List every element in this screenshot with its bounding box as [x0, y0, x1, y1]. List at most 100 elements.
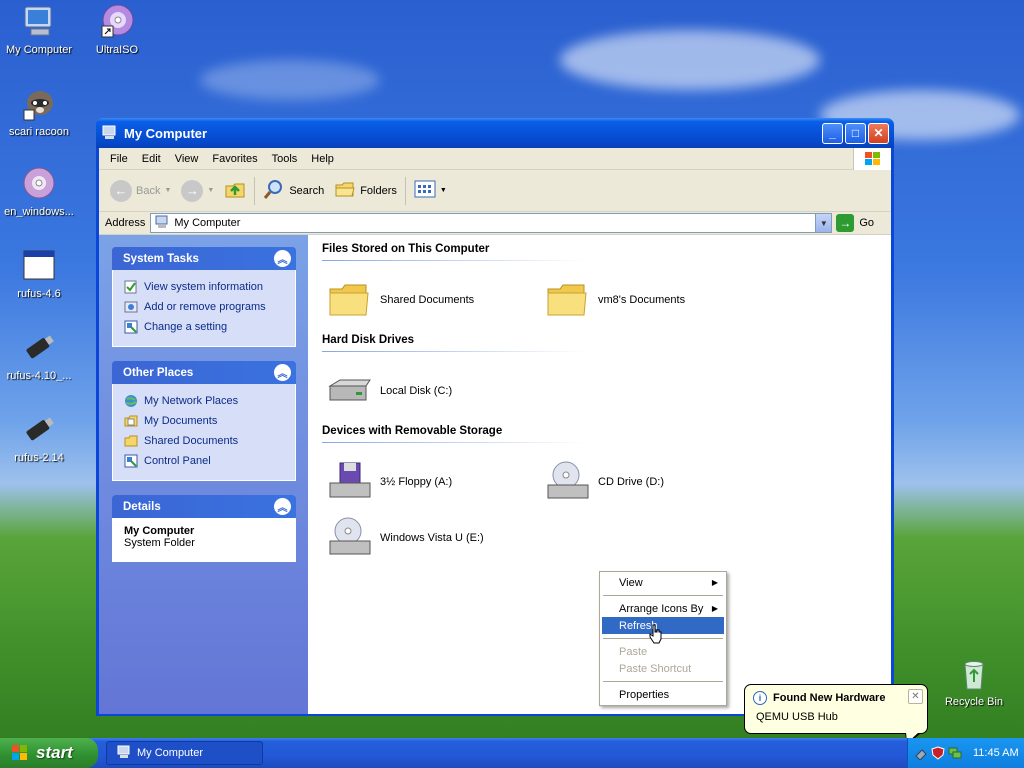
recycle-bin-icon: [956, 656, 992, 692]
context-view[interactable]: View ▶: [602, 574, 724, 591]
desktop-icon-rufus-4-10[interactable]: rufus-4.10_...: [0, 330, 78, 382]
details-header[interactable]: Details ︽: [112, 495, 296, 518]
menu-separator: [603, 638, 723, 639]
my-computer-icon: [21, 4, 57, 40]
balloon-close-button[interactable]: ✕: [908, 689, 923, 704]
item-shared-documents[interactable]: Shared Documents: [326, 272, 544, 328]
details-type: System Folder: [124, 537, 195, 549]
start-button[interactable]: start: [0, 738, 98, 768]
taskbar-button-my-computer[interactable]: My Computer: [106, 741, 263, 765]
desktop-icon-ultraiso[interactable]: UltraISO: [78, 4, 156, 56]
item-floppy-a[interactable]: 3½ Floppy (A:): [326, 454, 544, 510]
desktop-icon-rufus-2-14[interactable]: rufus-2.14: [0, 412, 78, 464]
views-button[interactable]: ▼: [409, 176, 452, 206]
item-cd-drive-d[interactable]: CD Drive (D:): [544, 454, 762, 510]
info-icon: i: [753, 691, 767, 705]
menu-label: Properties: [619, 688, 670, 701]
desktop-icon-label: rufus-2.14: [14, 452, 64, 464]
files-stored-section: Files Stored on This Computer Shared Doc…: [322, 243, 891, 328]
chevron-down-icon[interactable]: ▼: [164, 187, 171, 194]
place-label: Control Panel: [144, 455, 211, 467]
context-paste[interactable]: Paste: [602, 643, 724, 660]
place-label: Shared Documents: [144, 435, 239, 447]
item-local-disk-c[interactable]: Local Disk (C:): [326, 363, 544, 419]
safely-remove-hardware-icon[interactable]: [914, 746, 928, 761]
system-tasks-header[interactable]: System Tasks ︽: [112, 247, 296, 270]
menu-bar: File Edit View Favorites Tools Help: [99, 148, 891, 170]
context-paste-shortcut[interactable]: Paste Shortcut: [602, 660, 724, 677]
address-dropdown-button[interactable]: ▼: [815, 214, 832, 232]
menu-file[interactable]: File: [103, 153, 135, 165]
desktop-icon-en-windows[interactable]: en_windows...: [0, 166, 78, 218]
desktop-icon-recycle-bin[interactable]: Recycle Bin: [935, 656, 1013, 708]
address-bar: Address My Computer ▼ → Go: [99, 212, 891, 235]
cloud: [560, 30, 820, 90]
up-button[interactable]: [219, 176, 251, 206]
usb-drive-icon: [21, 412, 57, 448]
go-button[interactable]: → Go: [836, 214, 874, 232]
go-arrow-icon: →: [836, 214, 855, 232]
task-label: Change a setting: [144, 321, 228, 333]
item-label: Shared Documents: [380, 294, 475, 306]
place-my-network-places[interactable]: My Network Places: [124, 391, 285, 411]
maximize-icon: □: [851, 126, 860, 140]
folder-icon: [124, 434, 138, 448]
menu-separator: [603, 681, 723, 682]
item-vm8-documents[interactable]: vm8's Documents: [544, 272, 762, 328]
menu-view[interactable]: View: [168, 153, 206, 165]
context-menu: View ▶ Arrange Icons By ▶ Refresh Paste Pa…: [599, 571, 727, 706]
menu-help[interactable]: Help: [304, 153, 341, 165]
toolbar-separator: [254, 176, 256, 205]
maximize-button[interactable]: □: [845, 122, 866, 144]
my-computer-icon: [102, 125, 118, 141]
close-button[interactable]: ✕: [868, 122, 889, 144]
task-add-remove-programs[interactable]: Add or remove programs: [124, 297, 285, 317]
task-label: My Computer: [137, 747, 204, 759]
control-panel-icon: [124, 320, 138, 334]
notification-balloon[interactable]: i Found New Hardware ✕ QEMU USB Hub: [744, 684, 928, 745]
folders-button[interactable]: Folders: [329, 176, 402, 206]
other-places-header[interactable]: Other Places ︽: [112, 361, 296, 384]
menu-label: Arrange Icons By: [619, 602, 704, 615]
collapse-chevron-icon[interactable]: ︽: [274, 498, 291, 515]
place-label: My Network Places: [144, 395, 239, 407]
window-titlebar[interactable]: My Computer _ □ ✕: [96, 118, 894, 148]
search-button[interactable]: Search: [258, 176, 329, 206]
minimize-button[interactable]: _: [822, 122, 843, 144]
back-button[interactable]: ← Back ▼: [105, 176, 176, 206]
my-documents-icon: [124, 414, 138, 428]
folders-icon: [334, 178, 356, 203]
desktop-icon-label: rufus-4.6: [17, 288, 61, 300]
address-field[interactable]: My Computer ▼: [150, 213, 833, 233]
desktop-icon-label: UltraISO: [95, 44, 139, 56]
place-shared-documents[interactable]: Shared Documents: [124, 431, 285, 451]
desktop-icon-rufus-4-6[interactable]: rufus-4.6: [0, 248, 78, 300]
task-view-system-information[interactable]: View system information: [124, 277, 285, 297]
menu-favorites[interactable]: Favorites: [205, 153, 264, 165]
context-arrange-icons-by[interactable]: Arrange Icons By ▶: [602, 600, 724, 617]
menu-edit[interactable]: Edit: [135, 153, 168, 165]
desktop-icon-my-computer[interactable]: My Computer: [0, 4, 78, 56]
chevron-down-icon[interactable]: ▼: [207, 187, 214, 194]
my-computer-window[interactable]: My Computer _ □ ✕ File Edit View Favorit…: [96, 118, 894, 716]
place-control-panel[interactable]: Control Panel: [124, 451, 285, 471]
start-label: start: [36, 743, 73, 762]
network-places-icon: [124, 394, 138, 408]
desktop-icon-label: rufus-4.10_...: [6, 370, 72, 382]
desktop-icon-scari-racoon[interactable]: scari racoon: [0, 86, 78, 138]
forward-button[interactable]: → ▼: [176, 176, 219, 206]
place-my-documents[interactable]: My Documents: [124, 411, 285, 431]
item-windows-vista-e[interactable]: Windows Vista U (E:): [326, 510, 544, 566]
forward-arrow-icon: →: [181, 179, 204, 202]
security-shield-icon[interactable]: [931, 746, 945, 760]
system-info-icon: [124, 280, 138, 294]
submenu-arrow-icon: ▶: [711, 604, 718, 613]
context-properties[interactable]: Properties: [602, 686, 724, 703]
collapse-chevron-icon[interactable]: ︽: [274, 364, 291, 381]
network-icon[interactable]: [948, 746, 962, 760]
context-refresh[interactable]: Refresh: [602, 617, 724, 634]
task-change-setting[interactable]: Change a setting: [124, 317, 285, 337]
collapse-chevron-icon[interactable]: ︽: [274, 250, 291, 267]
clock[interactable]: 11:45 AM: [973, 747, 1019, 759]
menu-tools[interactable]: Tools: [265, 153, 305, 165]
